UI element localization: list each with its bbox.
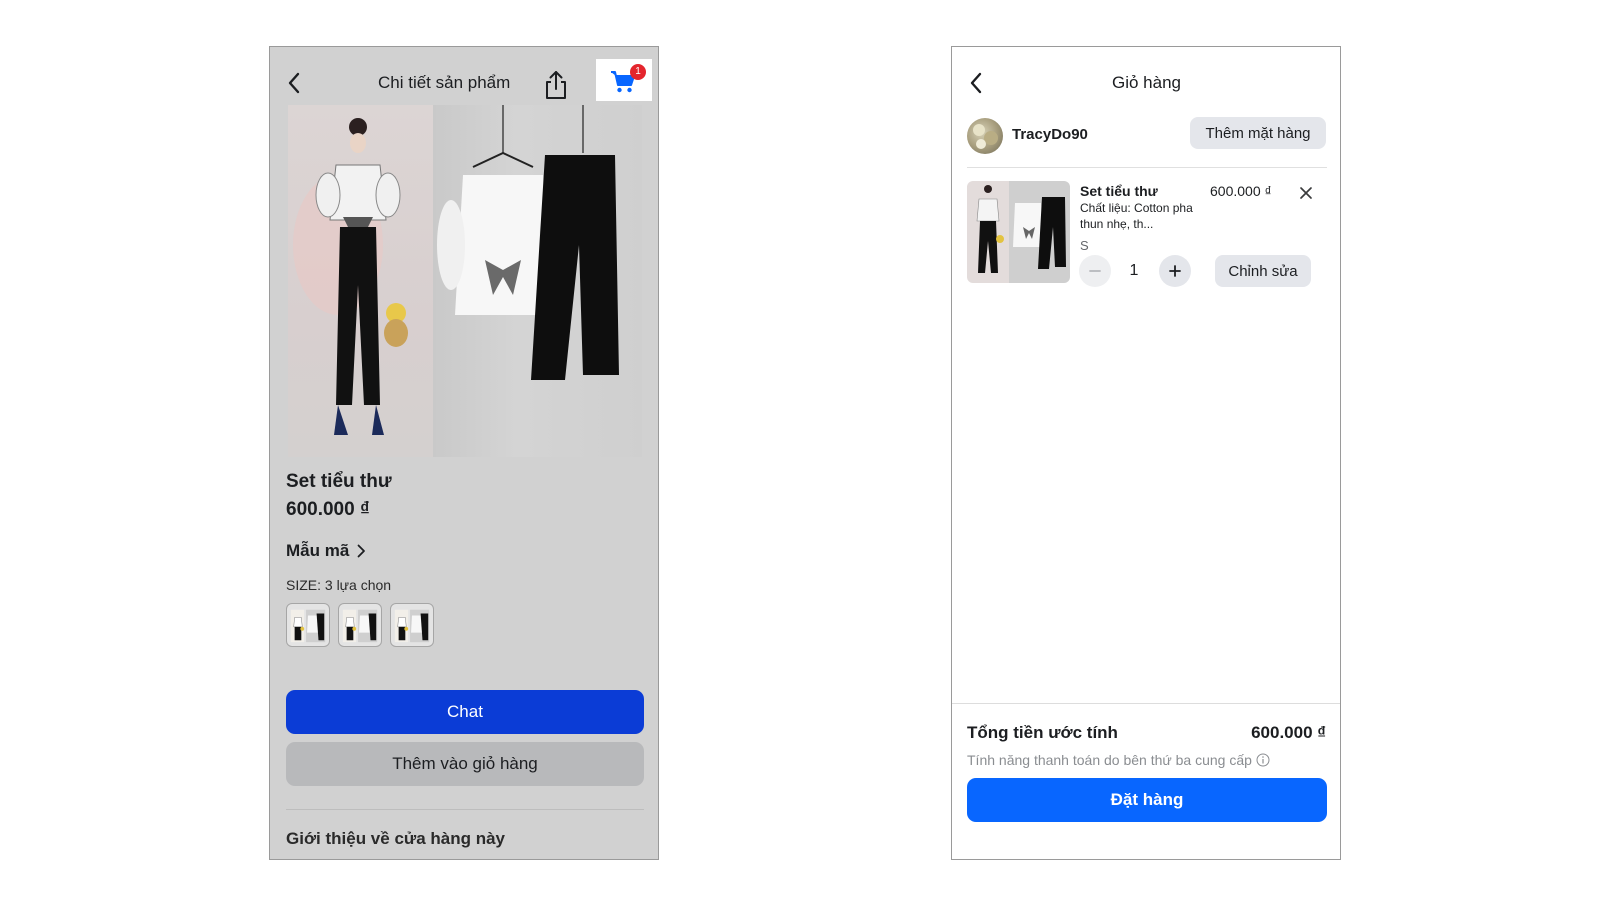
product-photo-image [433,105,642,457]
seller-name[interactable]: TracyDo90 [1012,126,1088,143]
chevron-right-icon [357,544,366,558]
back-icon [970,72,982,94]
cart-item-image[interactable] [967,181,1070,283]
size-option-thumbnail[interactable] [390,603,434,647]
divider [967,167,1327,168]
product-image[interactable] [288,105,642,457]
fashion-sketch-image [288,105,433,457]
size-option-thumbnail[interactable] [286,603,330,647]
quantity-value: 1 [1129,262,1139,279]
page-title: Chi tiết sản phẩm [378,73,511,92]
divider [286,809,644,810]
total-value: 600.000 ₫ [1251,723,1326,742]
cart-item-price: 600.000 ₫ [1210,183,1272,199]
cart-count-badge: 1 [630,64,646,80]
cart-item-description: Chất liệu: Cotton pha thun nhẹ, th... [1080,201,1193,231]
avatar[interactable] [967,118,1003,154]
page-title: Giỏ hàng [1112,73,1181,92]
quantity-decrease-button[interactable] [1079,255,1111,287]
share-icon [546,71,566,99]
chat-button[interactable]: Chat [286,690,644,734]
size-label: SIZE: 3 lựa chọn [286,577,392,593]
edit-item-button[interactable]: Chỉnh sửa [1215,255,1311,287]
quantity-increase-button[interactable] [1159,255,1191,287]
payment-note-text: Tính năng thanh toán do bên thứ ba cung … [967,752,1252,768]
place-order-button[interactable]: Đặt hàng [967,778,1327,822]
share-button[interactable] [542,69,570,101]
size-option-thumbnail[interactable] [338,603,382,647]
plus-icon [1169,265,1181,277]
payment-note: Tính năng thanh toán do bên thứ ba cung … [967,752,1270,768]
cart-item: Set tiểu thư Chất liệu: Cotton pha thun … [967,181,1327,291]
cart-screen: Giỏ hàng TracyDo90 Thêm mặt hàng Set tiể… [951,46,1341,860]
back-button[interactable] [962,69,990,97]
cart-item-size: S [1080,238,1089,253]
info-icon[interactable] [1256,753,1270,767]
back-icon [288,72,300,94]
add-item-button[interactable]: Thêm mặt hàng [1190,117,1326,149]
product-name: Set tiểu thư [286,471,392,492]
total-label: Tổng tiền ước tính [967,723,1118,742]
variants-link[interactable]: Mẫu mã [286,541,366,561]
size-options [286,603,434,647]
add-to-cart-button[interactable]: Thêm vào giỏ hàng [286,742,644,786]
cart-item-name: Set tiểu thư [1080,183,1158,199]
product-price: 600.000 ₫ [286,499,370,520]
variants-label: Mẫu mã [286,541,350,560]
close-icon[interactable] [1298,185,1314,201]
shop-intro-heading: Giới thiệu về cửa hàng này [286,829,506,848]
divider [952,703,1340,704]
product-detail-screen: Chi tiết sản phẩm 1 Set tiểu thư 600.000… [269,46,659,860]
minus-icon [1089,270,1101,272]
cart-button[interactable]: 1 [596,59,652,101]
back-button[interactable] [280,69,308,97]
